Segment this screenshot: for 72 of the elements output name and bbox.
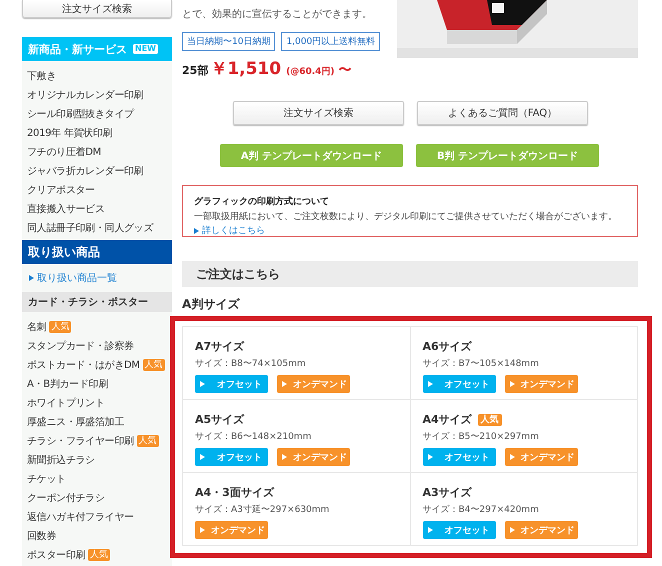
quantity-label: 25部 <box>182 63 208 78</box>
sidebar-link[interactable]: 下敷き <box>27 68 56 82</box>
details-link[interactable]: 詳しくはこちら <box>202 224 265 237</box>
sidebar-link[interactable]: 新聞折込チラシ <box>27 452 95 466</box>
intro-text: とで、効果的に宣伝することができます。 <box>182 8 373 21</box>
sidebar-link[interactable]: 厚盛ニス・厚盛箔加工 <box>27 414 124 428</box>
triangle-icon <box>200 527 205 533</box>
size-search-button[interactable]: 注文サイズ検索 <box>233 101 404 125</box>
feature-tag: 当日納期〜10日納期 <box>182 32 276 51</box>
popular-badge: 人気 <box>142 358 165 370</box>
category-title: カード・チラシ・ポスター <box>22 292 172 312</box>
new-badge: NEW <box>133 44 158 54</box>
size-title: A4サイズ <box>422 412 472 427</box>
product-list-link[interactable]: 取り扱い商品一覧 <box>37 271 117 285</box>
triangle-icon <box>200 454 205 460</box>
sidebar-link[interactable]: ジャバラ折カレンダー印刷 <box>27 164 144 178</box>
sidebar-link[interactable]: ホワイトプリント <box>27 396 105 410</box>
sidebar-link[interactable]: ポスター印刷 <box>27 548 86 562</box>
price-amount: ￥1,510 <box>210 58 282 80</box>
triangle-icon <box>510 527 514 533</box>
size-title: A5サイズ <box>195 412 244 427</box>
notice-title: グラフィックの印刷方式について <box>194 195 330 208</box>
popular-badge: 人気 <box>49 320 72 332</box>
sidebar-link[interactable]: 2019年 年賀状印刷 <box>27 126 112 140</box>
size-title: A7サイズ <box>195 339 244 354</box>
triangle-icon <box>29 275 34 281</box>
sidebar-link[interactable]: 直接搬入サービス <box>27 202 105 216</box>
sidebar-link[interactable]: 同人誌冊子印刷・同人グッズ <box>27 220 154 234</box>
faq-button[interactable]: よくあるご質問（FAQ） <box>417 101 588 125</box>
size-spec: サイズ：B4〜297×420mm <box>422 504 540 515</box>
sidebar-link[interactable]: クーポン付チラシ <box>27 490 105 504</box>
section-title: 取り扱い商品 <box>22 240 172 264</box>
popular-badge: 人気 <box>88 548 110 560</box>
triangle-icon <box>428 454 432 460</box>
size-title: A6サイズ <box>422 339 472 354</box>
triangle-icon <box>282 381 287 387</box>
sidebar-link[interactable]: フチのり圧着DM <box>27 144 101 158</box>
triangle-icon <box>194 228 199 234</box>
section-title: 新商品・新サービス <box>28 42 127 56</box>
triangle-icon <box>428 527 432 533</box>
size-spec: サイズ：B8〜74×105mm <box>195 358 307 369</box>
sidebar-link[interactable]: 返信ハガキ付フライヤー <box>27 510 134 524</box>
sidebar-link[interactable]: 名刺 <box>27 320 46 334</box>
sidebar-link[interactable]: チケット <box>27 472 66 486</box>
size-group-title: A判サイズ <box>182 296 241 312</box>
sidebar-link[interactable]: クリアポスター <box>27 182 95 196</box>
popular-badge: 人気 <box>478 414 502 426</box>
size-title: A3サイズ <box>422 485 472 500</box>
triangle-icon <box>200 381 205 387</box>
sidebar-link[interactable]: シール印刷型抜きタイプ <box>27 106 134 120</box>
triangle-icon <box>428 381 432 387</box>
sidebar-link[interactable]: A・B判カード印刷 <box>27 376 108 390</box>
order-heading: ご注文はこちら <box>182 261 638 287</box>
unit-price: (@60.4円) <box>286 66 335 78</box>
price-suffix: 〜 <box>338 62 352 79</box>
size-spec: サイズ：A3寸延〜297×630mm <box>195 504 330 515</box>
sidebar-link[interactable]: スタンプカード・診察券 <box>27 338 134 352</box>
size-title: A4・3面サイズ <box>195 485 274 500</box>
size-spec: サイズ：B6〜148×210mm <box>195 430 312 442</box>
triangle-icon <box>282 454 287 460</box>
triangle-icon <box>510 454 514 460</box>
size-spec: サイズ：B7〜105×148mm <box>422 358 540 369</box>
size-spec: サイズ：B5〜210×297mm <box>422 430 540 442</box>
feature-tag: 1,000円以上送料無料 <box>281 32 380 51</box>
sidebar-link[interactable]: ポストカード・はがきDM <box>27 358 140 372</box>
sidebar-link[interactable]: 回数券 <box>27 528 56 542</box>
sidebar-link[interactable]: オリジナルカレンダー印刷 <box>27 88 144 102</box>
notice-text: 一部取扱用紙において、ご注文枚数により、デジタル印刷にてご提供させていただく場合がございます。 <box>194 210 618 223</box>
popular-badge: 人気 <box>136 434 159 446</box>
size-search-button[interactable]: 注文サイズ検索 <box>22 0 172 18</box>
sidebar-link[interactable]: チラシ・フライヤー印刷 <box>27 434 134 448</box>
triangle-icon <box>510 381 514 387</box>
